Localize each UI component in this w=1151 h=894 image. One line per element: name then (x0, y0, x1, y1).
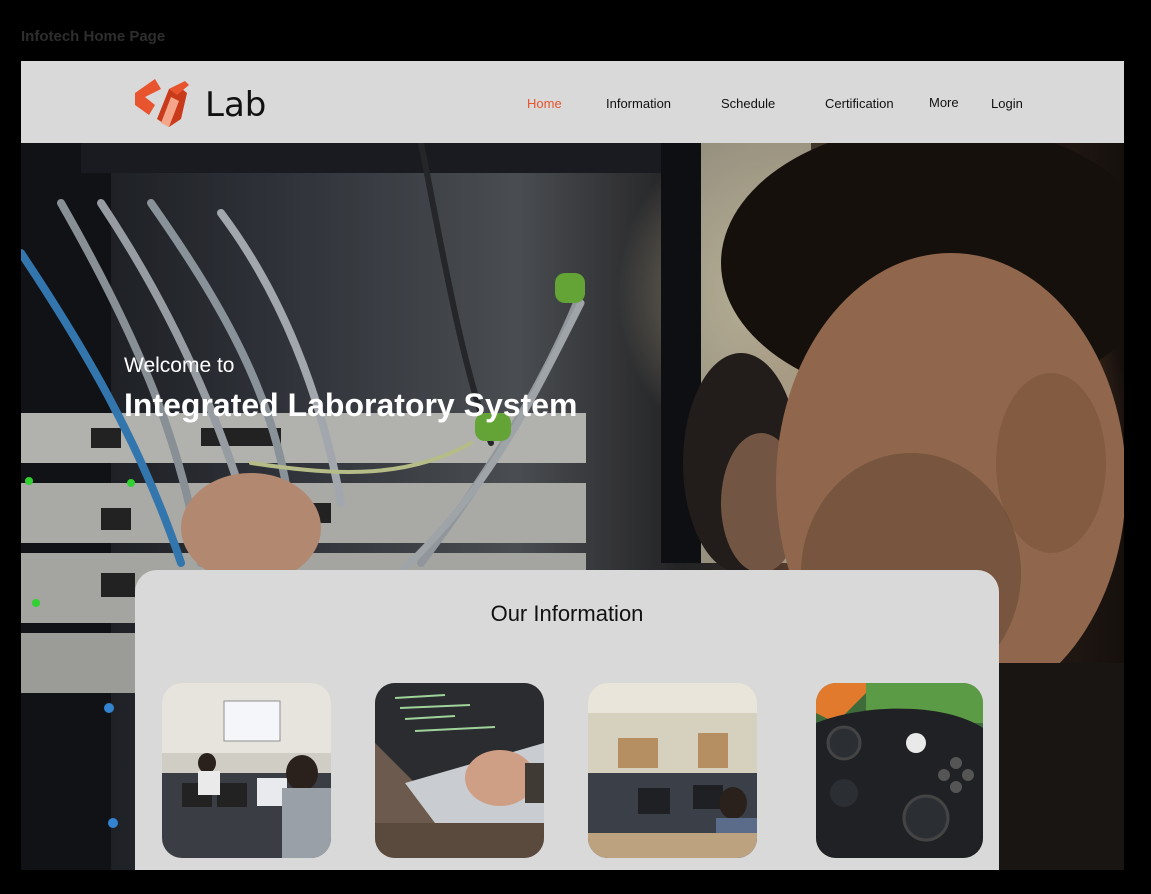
home-page-frame: Lab Home Information Schedule Certificat… (21, 61, 1124, 870)
info-section-title: Our Information (490, 601, 644, 626)
navbar: Lab Home Information Schedule Certificat… (21, 61, 1124, 143)
info-card-game-controller[interactable] (816, 683, 983, 858)
hero-title: Integrated Laboratory System (124, 387, 578, 423)
nav-more[interactable]: More (929, 95, 959, 110)
nav-login[interactable]: Login (991, 96, 1023, 111)
laptop-typing-image (375, 683, 544, 858)
classroom-lab-image (588, 683, 757, 858)
nav-information[interactable]: Information (606, 96, 671, 111)
game-controller-image (816, 683, 983, 858)
computer-lab-image (162, 683, 331, 858)
logo-text: Lab (205, 85, 267, 125)
info-card-classroom[interactable] (588, 683, 757, 858)
info-card-computer-lab[interactable] (162, 683, 331, 858)
nav-certification[interactable]: Certification (825, 96, 894, 111)
canvas-label: Infotech Home Page (21, 28, 166, 45)
nav-home[interactable]: Home (527, 96, 562, 111)
hero-welcome-text: Welcome to (124, 354, 235, 377)
info-panel: Our Information (135, 570, 999, 870)
nav-schedule[interactable]: Schedule (721, 96, 775, 111)
info-card-laptop[interactable] (375, 683, 544, 858)
lab-logo-icon[interactable] (133, 75, 193, 131)
